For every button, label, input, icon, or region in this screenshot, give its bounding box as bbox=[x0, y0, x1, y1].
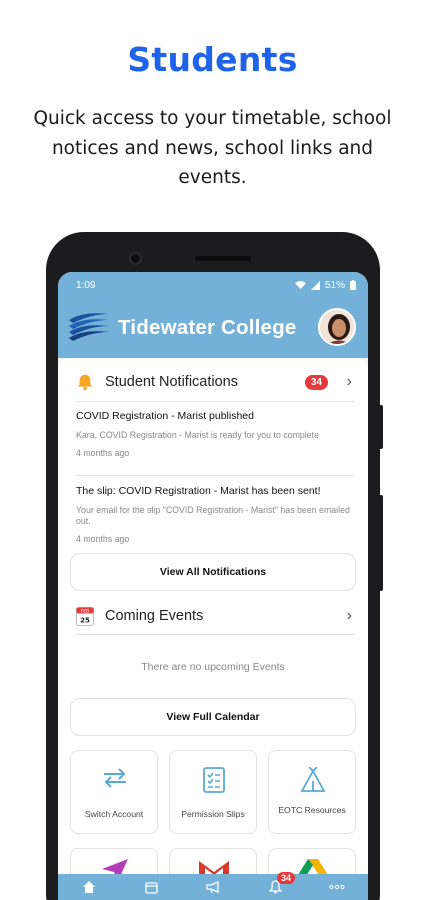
notification-item[interactable]: The slip: COVID Registration - Marist ha… bbox=[76, 485, 358, 544]
nav-announcements[interactable] bbox=[193, 874, 233, 900]
notification-title: The slip: COVID Registration - Marist ha… bbox=[76, 485, 321, 497]
camera bbox=[129, 252, 142, 265]
calendar-icon: FEB 25 bbox=[76, 607, 94, 626]
school-logo-icon bbox=[69, 313, 109, 341]
megaphone-icon bbox=[205, 880, 219, 893]
more-dots-icon bbox=[329, 884, 345, 890]
app-title: Tidewater College bbox=[118, 316, 297, 339]
notifications-header[interactable]: Student Notifications 34 › bbox=[58, 362, 368, 402]
promo-title: Students bbox=[127, 40, 298, 79]
notification-time: 4 months ago bbox=[76, 534, 130, 544]
tile-switch-account[interactable]: Switch Account bbox=[70, 750, 158, 834]
status-bar: 1:09 51% bbox=[58, 272, 368, 298]
view-all-notifications-button[interactable]: View All Notifications bbox=[70, 553, 356, 591]
nav-notification-badge: 34 bbox=[277, 872, 296, 884]
notification-time: 4 months ago bbox=[76, 448, 130, 458]
notification-body: Your email for the slip "COVID Registrat… bbox=[76, 505, 350, 526]
tile-eotc-resources[interactable]: EOTC Resources bbox=[268, 750, 356, 834]
content-area: Student Notifications 34 › COVID Registr… bbox=[58, 358, 368, 900]
nav-calendar[interactable] bbox=[131, 874, 171, 900]
calendar-month: FEB bbox=[81, 609, 90, 615]
notification-body: Kara, COVID Registration - Marist is rea… bbox=[76, 430, 319, 440]
empty-events-text: There are no upcoming Events bbox=[141, 661, 285, 673]
tile-label: Permission Slips bbox=[181, 809, 245, 819]
avatar-photo-icon bbox=[320, 310, 354, 344]
swap-arrows-icon bbox=[104, 768, 126, 788]
calendar-day: 25 bbox=[80, 617, 90, 625]
bell-icon bbox=[77, 374, 93, 391]
speaker bbox=[195, 256, 251, 261]
battery-percent: 51% bbox=[324, 279, 345, 291]
checklist-icon bbox=[203, 767, 225, 793]
divider bbox=[76, 401, 354, 402]
chevron-right-icon: › bbox=[346, 607, 352, 624]
notifications-count-badge: 34 bbox=[304, 374, 328, 390]
chevron-right-icon: › bbox=[346, 373, 352, 390]
events-header[interactable]: FEB 25 Coming Events › bbox=[58, 596, 368, 636]
notifications-title: Student Notifications bbox=[105, 374, 238, 390]
battery-icon bbox=[350, 280, 356, 290]
bottom-nav: 34 bbox=[58, 872, 368, 900]
status-time: 1:09 bbox=[76, 279, 96, 291]
nav-more[interactable] bbox=[317, 874, 357, 900]
app-bar: Tidewater College bbox=[58, 298, 368, 358]
divider bbox=[76, 634, 354, 635]
events-title: Coming Events bbox=[105, 608, 204, 624]
tent-icon bbox=[300, 767, 326, 792]
home-icon bbox=[83, 881, 95, 893]
avatar[interactable] bbox=[318, 308, 356, 346]
nav-home[interactable] bbox=[69, 874, 109, 900]
volume-button bbox=[379, 495, 383, 591]
notification-item[interactable]: COVID Registration - Marist published Ka… bbox=[76, 410, 358, 458]
divider bbox=[76, 475, 354, 476]
view-full-calendar-button[interactable]: View Full Calendar bbox=[70, 698, 356, 736]
calendar-outline-icon bbox=[144, 881, 158, 894]
tile-label: Switch Account bbox=[84, 809, 144, 819]
notification-title: COVID Registration - Marist published bbox=[76, 410, 254, 422]
tile-label: EOTC Resources bbox=[278, 805, 346, 815]
signal-icon bbox=[310, 280, 320, 290]
power-button bbox=[379, 405, 383, 449]
phone-screen: 1:09 51% Tidewater College Student Notif… bbox=[58, 272, 368, 900]
wifi-icon bbox=[295, 280, 306, 289]
promo-subtitle: Quick access to your timetable, school n… bbox=[33, 108, 392, 188]
nav-notifications[interactable]: 34 bbox=[255, 872, 296, 900]
tile-permission-slips[interactable]: Permission Slips bbox=[169, 750, 257, 834]
